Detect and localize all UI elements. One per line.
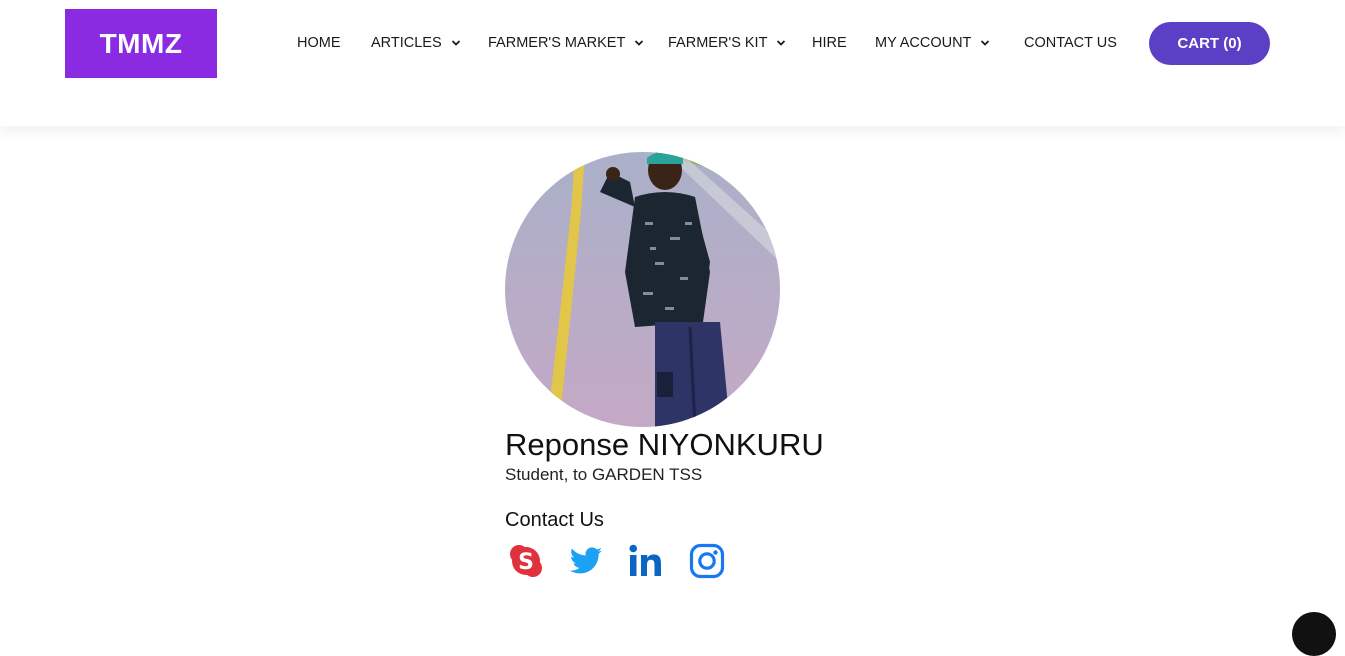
nav-item-label: ARTICLES <box>371 35 442 51</box>
scroll-to-top-button[interactable] <box>1292 612 1336 656</box>
nav-item-label: HIRE <box>812 35 847 51</box>
chevron-down-icon <box>635 40 644 46</box>
nav-item-label: CONTACT US <box>1024 35 1117 51</box>
nav-item-articles[interactable]: ARTICLES <box>371 32 462 54</box>
instagram-icon[interactable] <box>688 542 726 580</box>
nav-item-label: HOME <box>297 35 341 51</box>
skype-icon[interactable]: S <box>507 542 545 580</box>
profile-role: Student, to GARDEN TSS <box>505 465 703 484</box>
nav-item-hire[interactable]: HIRE <box>812 32 847 54</box>
nav-item-label: FARMER'S MARKET <box>488 35 626 51</box>
nav-item-farmers-market[interactable]: FARMER'S MARKET <box>488 32 645 54</box>
site-header: TMMZ HOME ARTICLES FARMER'S MARKET FARME… <box>0 0 1345 126</box>
contact-heading: Contact Us <box>505 509 604 531</box>
nav-item-contact-us[interactable]: CONTACT US <box>1024 32 1117 54</box>
svg-text:S: S <box>518 550 534 575</box>
site-logo[interactable]: TMMZ <box>65 9 217 78</box>
linkedin-icon[interactable] <box>627 542 665 580</box>
nav-item-label: MY ACCOUNT <box>875 35 972 51</box>
nav-item-farmers-kit[interactable]: FARMER'S KIT <box>668 32 787 54</box>
nav-item-my-account[interactable]: MY ACCOUNT <box>875 32 991 54</box>
profile-photo <box>505 152 780 427</box>
chevron-down-icon <box>981 40 990 46</box>
nav-item-home[interactable]: HOME <box>297 32 341 54</box>
profile-photo-image <box>505 152 780 427</box>
nav-item-label: FARMER'S KIT <box>668 35 768 51</box>
cart-button[interactable]: CART (0) <box>1149 22 1270 65</box>
chevron-down-icon <box>777 40 786 46</box>
profile-name: Reponse NIYONKURU <box>505 427 824 462</box>
twitter-icon[interactable] <box>567 542 605 580</box>
chevron-down-icon <box>451 40 460 46</box>
cart-button-label: CART (0) <box>1177 35 1242 52</box>
